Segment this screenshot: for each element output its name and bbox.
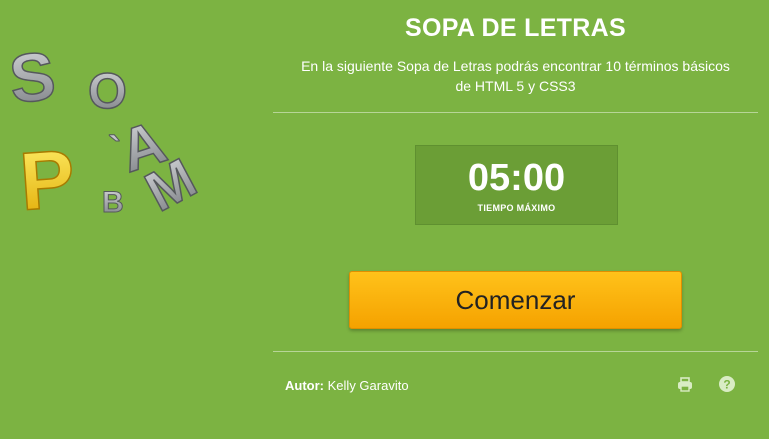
logo-letter-b: B [102, 186, 124, 219]
intro-panel: SOPA DE LETRAS En la siguiente Sopa de L… [273, 0, 758, 439]
author-name: Kelly Garavito [327, 378, 409, 393]
svg-text:?: ? [723, 378, 730, 392]
logo-letter-s: S [6, 40, 59, 118]
page-title: SOPA DE LETRAS [405, 14, 626, 42]
help-icon[interactable]: ? [718, 375, 736, 393]
divider-bottom [273, 351, 758, 352]
logo-letter-p: P [17, 133, 78, 228]
author-credit: Autor: Kelly Garavito [285, 378, 409, 393]
print-icon[interactable] [676, 375, 694, 393]
timer-value: 05:00 [467, 157, 566, 199]
description: En la siguiente Sopa de Letras podrás en… [273, 56, 758, 96]
logo-letter-o: O [88, 63, 127, 119]
author-label: Autor [285, 378, 320, 393]
timer-label: TIEMPO MÁXIMO [477, 203, 556, 213]
divider-top [273, 112, 758, 113]
description-line-1: En la siguiente Sopa de Letras podrás en… [301, 58, 730, 74]
logo-mark-backtick: ` [108, 129, 121, 173]
author-separator: : [319, 378, 325, 393]
start-button[interactable]: Comenzar [349, 271, 682, 329]
sopa-logo: S O P A M B ` [0, 37, 240, 240]
description-line-2: de HTML 5 y CSS3 [455, 78, 576, 94]
timer-box: 05:00 TIEMPO MÁXIMO [415, 145, 618, 225]
